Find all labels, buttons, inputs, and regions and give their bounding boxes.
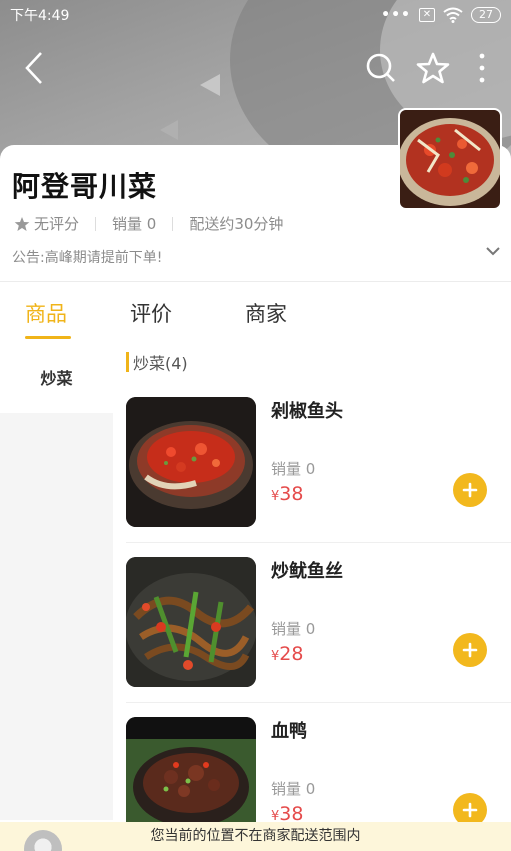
status-bar: 下午4:49 ••• ✕ 27 <box>0 0 511 30</box>
search-button[interactable] <box>359 45 403 91</box>
decor-triangle <box>160 120 178 140</box>
product-image <box>126 557 256 687</box>
plus-icon <box>462 482 478 498</box>
add-to-cart-button[interactable] <box>453 633 487 667</box>
chevron-left-icon <box>25 52 42 84</box>
product-sales: 销量 0 <box>271 780 316 798</box>
star-outline-icon <box>416 52 450 84</box>
wifi-icon <box>443 7 463 23</box>
category-sidebar: 炒菜 <box>0 340 113 820</box>
section-header: 炒菜(4) <box>126 350 188 374</box>
tab-merchant[interactable]: 商家 <box>245 298 287 328</box>
more-button[interactable] <box>460 45 504 91</box>
plus-icon <box>462 642 478 658</box>
shop-announcement[interactable]: 公告:高峰期请提前下单! <box>12 247 502 267</box>
tab-products[interactable]: 商品 <box>25 298 67 328</box>
product-sales: 销量 0 <box>271 620 316 638</box>
sim-icon: ✕ <box>419 8 435 22</box>
product-sales: 销量 0 <box>271 460 316 478</box>
search-icon <box>366 53 395 82</box>
favorite-button[interactable] <box>411 45 455 91</box>
row-divider <box>126 702 511 703</box>
meta-divider <box>172 216 174 231</box>
product-name: 剁椒鱼头 <box>271 401 343 422</box>
product-item[interactable]: 剁椒鱼头 销量 0 ¥38 <box>113 397 511 557</box>
tab-reviews[interactable]: 评价 <box>130 298 172 328</box>
shop-page: 下午4:49 ••• ✕ 27 阿登哥川菜 无评分 销量 0 配送约30分钟 公… <box>0 0 511 851</box>
row-divider <box>126 542 511 543</box>
shop-name: 阿登哥川菜 <box>12 170 158 203</box>
section-title: 炒菜(4) <box>133 354 188 373</box>
product-item[interactable]: 炒鱿鱼丝 销量 0 ¥28 <box>113 557 511 717</box>
status-time: 下午4:49 <box>10 8 70 24</box>
shop-sales: 销量 0 <box>112 215 157 233</box>
product-image <box>126 397 256 527</box>
tab-active-indicator <box>25 336 71 339</box>
shop-meta: 无评分 销量 0 配送约30分钟 <box>14 213 283 234</box>
delivery-range-notice: 您当前的位置不在商家配送范围内 <box>0 822 511 851</box>
back-button[interactable] <box>12 45 56 91</box>
category-item-stir-fry[interactable]: 炒菜 <box>0 340 113 413</box>
shop-rating: 无评分 <box>34 215 80 233</box>
product-name: 炒鱿鱼丝 <box>271 561 343 582</box>
chevron-down-icon[interactable] <box>485 245 501 257</box>
battery-icon: 27 <box>471 7 501 23</box>
meta-divider <box>95 216 97 231</box>
section-marker <box>126 352 129 372</box>
rating-star-icon <box>14 216 30 231</box>
price-value: 28 <box>279 643 304 665</box>
status-icons: ••• ✕ 27 <box>381 7 501 23</box>
product-name: 血鸭 <box>271 721 307 742</box>
shop-delivery-time: 配送约30分钟 <box>189 215 284 233</box>
shop-logo-image <box>398 108 502 210</box>
more-vertical-icon <box>479 53 485 83</box>
add-to-cart-button[interactable] <box>453 473 487 507</box>
signal-dots-icon: ••• <box>381 7 411 23</box>
product-price: ¥38 <box>271 483 303 505</box>
price-value: 38 <box>279 483 304 505</box>
product-price: ¥28 <box>271 643 303 665</box>
nav-bar <box>0 45 511 91</box>
plus-icon <box>462 802 478 818</box>
tab-bar: 商品 评价 商家 <box>0 282 511 340</box>
